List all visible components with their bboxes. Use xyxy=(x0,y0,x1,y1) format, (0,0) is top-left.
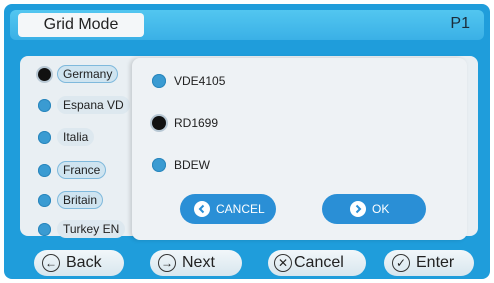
popup-option-vde4105[interactable]: VDE4105 xyxy=(152,74,225,88)
radio-selected-icon xyxy=(152,116,166,130)
list-item-italia[interactable]: Italia xyxy=(38,127,95,147)
next-button[interactable]: → Next xyxy=(150,250,242,276)
option-label: RD1699 xyxy=(174,116,219,130)
option-label: BDEW xyxy=(174,158,210,172)
next-arrow-icon: → xyxy=(158,254,176,272)
back-label: Back xyxy=(66,254,102,271)
list-item-britain[interactable]: Britain xyxy=(38,190,104,210)
back-arrow-icon: ← xyxy=(42,254,60,272)
next-label: Next xyxy=(182,254,215,271)
item-label: Italia xyxy=(57,128,95,146)
back-button[interactable]: ← Back xyxy=(34,250,124,276)
option-label: VDE4105 xyxy=(174,74,226,88)
cancel-label: Cancel xyxy=(294,254,344,271)
radio-icon xyxy=(38,193,51,207)
list-item-germany[interactable]: Germany xyxy=(38,64,119,84)
item-label: France xyxy=(57,161,107,179)
cancel-x-icon: ✕ xyxy=(274,254,292,272)
list-item-espana[interactable]: Espana VD xyxy=(38,95,130,115)
radio-icon xyxy=(38,163,51,177)
radio-selected-icon xyxy=(38,67,51,81)
device-screen: Grid Mode P1 Germany Espana VD Italia Fr… xyxy=(4,4,490,279)
cancel-button[interactable]: ✕ Cancel xyxy=(268,250,366,276)
popup-option-rd1699[interactable]: RD1699 xyxy=(152,116,218,130)
back-chevron-icon xyxy=(194,201,210,217)
item-label: Espana VD xyxy=(57,96,130,114)
radio-icon xyxy=(38,98,51,112)
enter-check-icon: ✓ xyxy=(392,254,410,272)
radio-icon xyxy=(152,158,166,172)
page-number: P1 xyxy=(450,15,470,32)
popup-ok-button[interactable]: OK xyxy=(322,194,426,224)
page-title: Grid Mode xyxy=(18,13,144,37)
footer-bar: ← Back → Next ✕ Cancel ✓ Enter xyxy=(4,246,490,279)
popup-cancel-label: CANCEL xyxy=(216,202,265,216)
item-label: Turkey EN xyxy=(57,220,126,238)
standard-select-popup: VDE4105 RD1699 BDEW CANCEL OK xyxy=(132,58,467,240)
popup-ok-label: OK xyxy=(372,202,390,216)
list-item-france[interactable]: France xyxy=(38,160,107,180)
enter-button[interactable]: ✓ Enter xyxy=(384,250,474,276)
item-label: Britain xyxy=(57,191,104,209)
radio-icon xyxy=(152,74,166,88)
check-icon xyxy=(350,201,366,217)
item-label: Germany xyxy=(57,65,119,83)
list-item-turkey[interactable]: Turkey EN xyxy=(38,219,126,239)
radio-icon xyxy=(38,222,51,236)
popup-option-bdew[interactable]: BDEW xyxy=(152,158,210,172)
popup-cancel-button[interactable]: CANCEL xyxy=(180,194,276,224)
header-bar: Grid Mode P1 xyxy=(10,10,484,40)
radio-icon xyxy=(38,130,51,144)
enter-label: Enter xyxy=(416,254,455,271)
